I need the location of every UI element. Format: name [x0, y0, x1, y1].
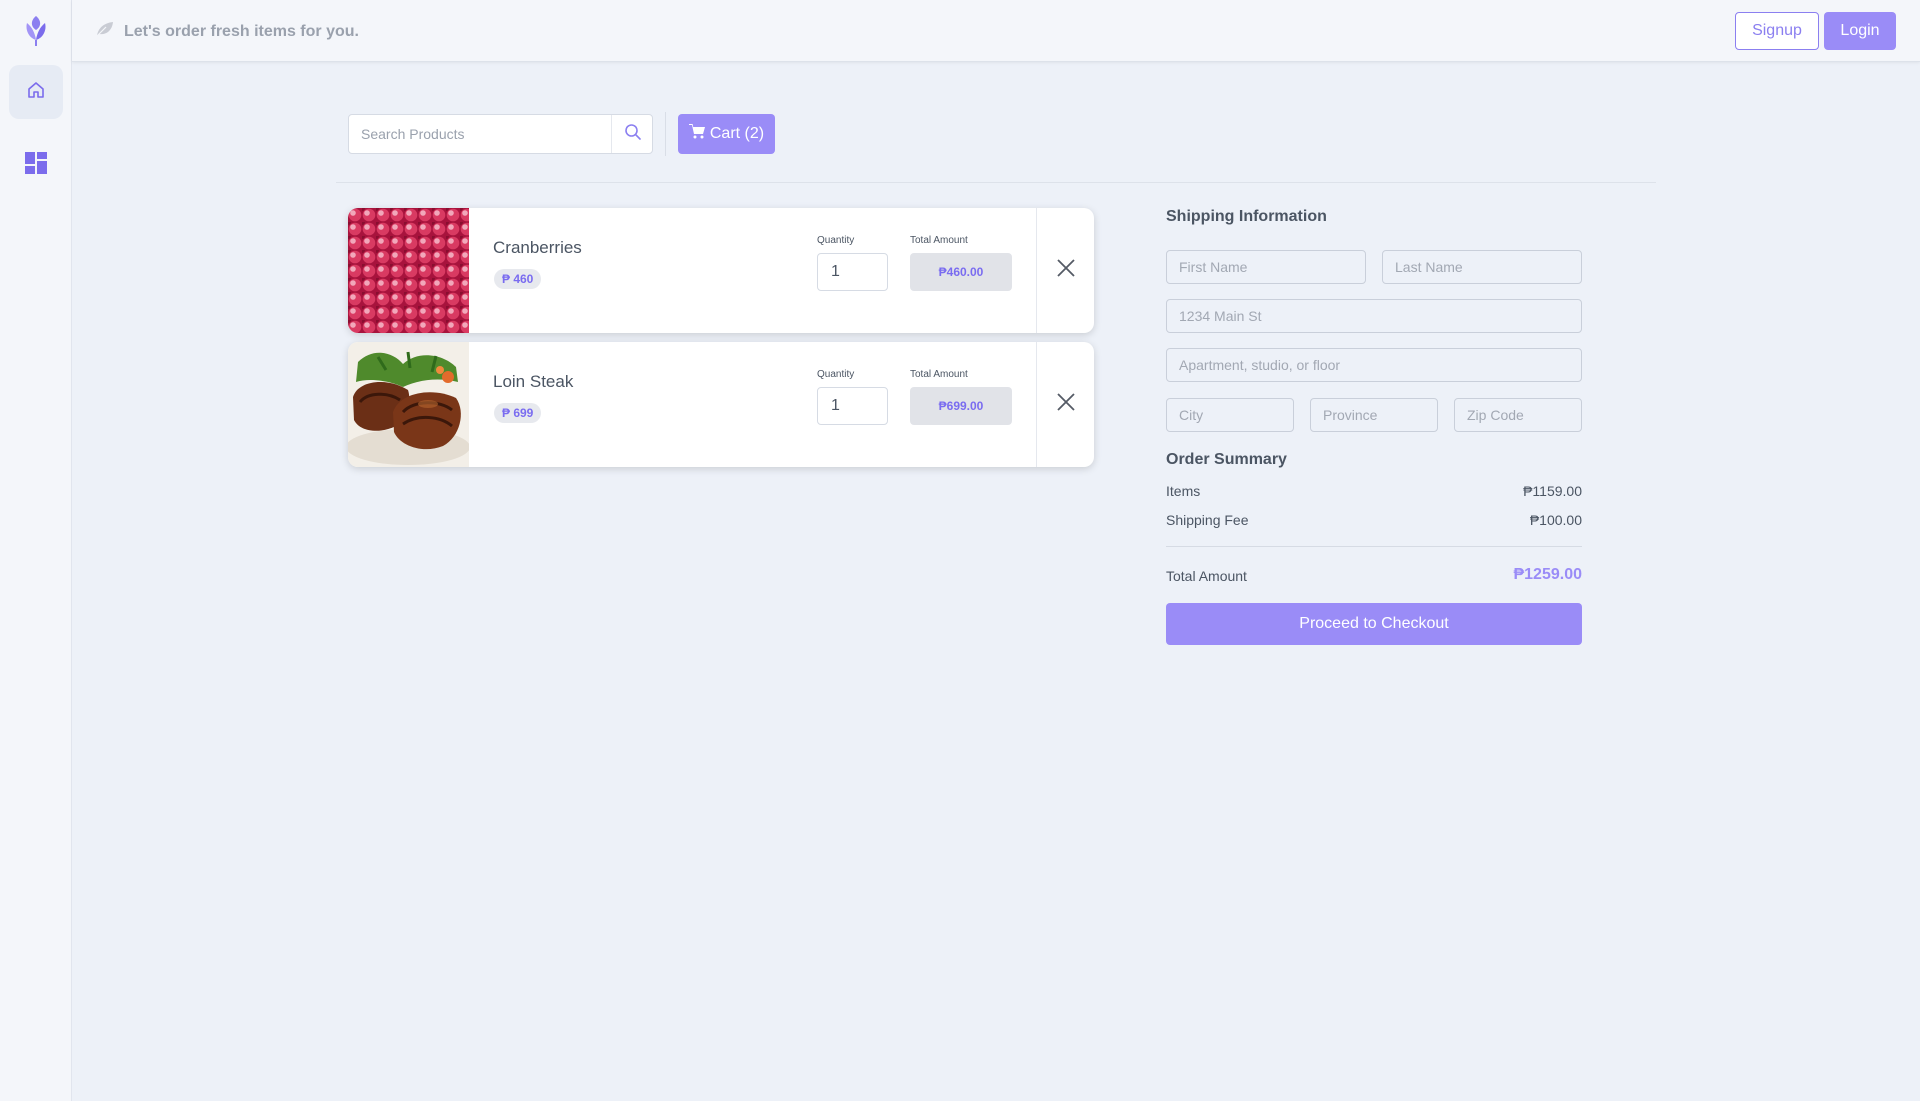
- sidebar-item-dashboard[interactable]: [9, 138, 63, 192]
- login-button[interactable]: Login: [1824, 12, 1896, 50]
- search-button[interactable]: [611, 115, 653, 153]
- toolbar-separator: [336, 182, 1656, 183]
- total-amount-label: Total Amount: [910, 235, 968, 246]
- first-name-field[interactable]: [1166, 250, 1366, 284]
- sidebar-item-home[interactable]: [9, 65, 63, 119]
- close-icon: [1056, 393, 1075, 416]
- cart-item: Loin Steak ₱ 699 Quantity Total Amount ₱…: [348, 342, 1094, 467]
- home-icon: [26, 80, 46, 105]
- top-header: Let's order fresh items for you. Signup …: [72, 0, 1920, 62]
- total-amount-label: Total Amount: [910, 369, 968, 380]
- item-total-amount: ₱460.00: [910, 253, 1012, 291]
- checkout-button[interactable]: Proceed to Checkout: [1166, 603, 1582, 645]
- summary-total-label: Total Amount: [1166, 568, 1247, 584]
- header-tagline: Let's order fresh items for you.: [96, 21, 359, 42]
- item-name: Loin Steak: [493, 372, 574, 391]
- remove-item-button[interactable]: [1037, 342, 1094, 467]
- leaf-icon: [96, 21, 114, 42]
- search-box: [348, 114, 653, 154]
- cart-icon: [688, 124, 705, 144]
- last-name-field[interactable]: [1382, 250, 1582, 284]
- quantity-input[interactable]: [817, 253, 888, 291]
- dashboard-icon: [25, 151, 47, 179]
- summary-shipping-value: ₱100.00: [1529, 512, 1582, 528]
- province-field[interactable]: [1310, 398, 1438, 432]
- summary-total-value: ₱1259.00: [1513, 566, 1582, 583]
- city-field[interactable]: [1166, 398, 1294, 432]
- zip-code-field[interactable]: [1454, 398, 1582, 432]
- sidebar: [0, 0, 72, 1101]
- summary-items-value: ₱1159.00: [1523, 483, 1582, 499]
- quantity-label: Quantity: [817, 369, 855, 380]
- address2-field[interactable]: [1166, 348, 1582, 382]
- quantity-input[interactable]: [817, 387, 888, 425]
- cart-item: Cranberries ₱ 460 Quantity Total Amount …: [348, 208, 1094, 333]
- item-price-badge: ₱ 699: [494, 403, 542, 423]
- order-summary-title: Order Summary: [1166, 451, 1287, 468]
- cart-button[interactable]: Cart (2): [678, 114, 775, 154]
- search-icon: [624, 123, 642, 146]
- close-icon: [1056, 259, 1075, 282]
- product-image-cranberries: [348, 208, 469, 333]
- item-total-amount: ₱699.00: [910, 387, 1012, 425]
- product-image-loin-steak: [348, 342, 469, 467]
- summary-items-label: Items: [1166, 483, 1201, 499]
- tagline-text: Let's order fresh items for you.: [124, 22, 359, 40]
- toolbar-divider: [665, 112, 666, 156]
- item-name: Cranberries: [493, 238, 582, 257]
- summary-shipping-label: Shipping Fee: [1166, 512, 1249, 528]
- remove-item-button[interactable]: [1037, 208, 1094, 333]
- signup-button[interactable]: Signup: [1735, 12, 1819, 50]
- address-field[interactable]: [1166, 299, 1582, 333]
- quantity-label: Quantity: [817, 235, 855, 246]
- summary-divider: [1166, 546, 1582, 547]
- shipping-title: Shipping Information: [1166, 208, 1327, 225]
- search-input[interactable]: [349, 115, 611, 153]
- cart-button-label: Cart (2): [709, 125, 765, 142]
- leaf-logo-icon[interactable]: [22, 14, 50, 48]
- item-price-badge: ₱ 460: [494, 269, 542, 289]
